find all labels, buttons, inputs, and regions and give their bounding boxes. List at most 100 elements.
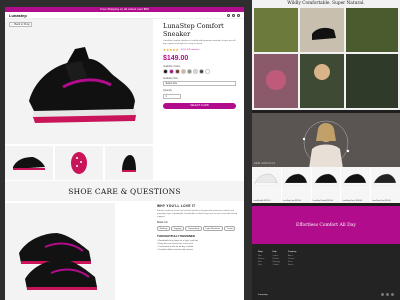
- color-swatch[interactable]: [199, 69, 204, 74]
- search-icon[interactable]: [227, 13, 230, 17]
- quantity-label: Quantity: [163, 89, 172, 93]
- footer-link[interactable]: Press: [288, 261, 297, 263]
- footer-column: Help Orders Returns Shipping Contact: [272, 250, 279, 266]
- product-thumbnail: [284, 173, 307, 186]
- landing-page: Wildly Comfortable. Super Natural. NEW A…: [252, 0, 400, 300]
- footer-heading: Shop: [258, 251, 263, 254]
- product-card[interactable]: LunaStep Court $99.00: [371, 167, 400, 203]
- product-page: Free Shipping on all orders over $50 Lun…: [5, 7, 244, 300]
- main-product-image[interactable]: ← Back to Shop: [5, 19, 153, 144]
- new-arrivals-label: NEW ARRIVALS: [254, 162, 276, 165]
- footer-link[interactable]: Kids: [258, 261, 264, 263]
- feature-bullet: • Cushioned insole for all-day comfort: [157, 245, 194, 248]
- product-price: $149.00: [163, 54, 189, 62]
- promo-banner[interactable]: Effortless Comfort All Day: [252, 206, 400, 244]
- footer-link[interactable]: Stores: [288, 264, 297, 266]
- thumbnail[interactable]: [55, 146, 103, 180]
- color-swatch[interactable]: [163, 69, 168, 74]
- why-heading: WHY YOU'LL LOVE IT: [157, 204, 196, 208]
- site-footer: Shop Men Women Kids Sale Help Orders Returns Shi…: [252, 244, 400, 300]
- top-nav: Lunastep: [5, 12, 244, 19]
- footer-link[interactable]: About: [288, 255, 297, 257]
- canvas: Free Shipping on all orders over $50 Lun…: [0, 0, 400, 300]
- instagram-icon[interactable]: [386, 293, 389, 296]
- footer-link[interactable]: Returns: [272, 258, 279, 260]
- color-swatch[interactable]: [169, 69, 174, 74]
- shoe-care-section: SHOE CARE & QUESTIONS: [5, 181, 244, 201]
- color-label: Available Colors: [163, 64, 181, 68]
- feature-bullet: • Durable rubber outsole with traction: [157, 249, 193, 252]
- facebook-icon[interactable]: [381, 293, 384, 296]
- color-swatch[interactable]: [187, 69, 192, 74]
- hero-collage: [254, 8, 398, 108]
- use-case-chip[interactable]: Travel: [224, 226, 236, 232]
- feature-bullet: • Breathable knit upper for a light, coo…: [157, 239, 199, 242]
- feature-image-section: [252, 113, 400, 175]
- thumbnail-strip: [5, 146, 153, 180]
- account-icon[interactable]: [232, 13, 235, 17]
- add-to-cart-button[interactable]: SELECT & ADD: [163, 102, 236, 109]
- hero-title: Wildly Comfortable. Super Natural.: [287, 1, 365, 6]
- social-links: [381, 293, 394, 296]
- color-swatch[interactable]: [205, 69, 210, 74]
- product-info-panel: LunaStep Comfort Sneaker LunaStep comfor…: [155, 19, 244, 180]
- color-swatch[interactable]: [193, 69, 198, 74]
- thumbnail[interactable]: [5, 146, 53, 180]
- sneaker-illustration: [29, 47, 136, 123]
- use-case-chip[interactable]: Walking: [157, 226, 170, 232]
- hero-section: Wildly Comfortable. Super Natural.: [252, 0, 400, 110]
- footer-link[interactable]: Careers: [288, 258, 297, 260]
- lifestyle-product-image: [5, 203, 115, 300]
- footer-link[interactable]: Men: [258, 255, 264, 257]
- section-title: SHOE CARE & QUESTIONS: [68, 186, 181, 196]
- made-for-label: Made For: [157, 221, 169, 225]
- footer-link[interactable]: Contact: [272, 264, 279, 266]
- quantity-stepper[interactable]: 1: [163, 93, 181, 99]
- color-swatch[interactable]: [181, 69, 186, 74]
- feature-bullet: • Easy lace-up closure for a secure fit: [157, 242, 194, 245]
- product-card[interactable]: LunaStep Air $129.00: [252, 167, 281, 203]
- use-case-chip[interactable]: Light Workouts: [203, 226, 223, 232]
- product-thumbnail: [314, 173, 337, 186]
- feature-list: • Breathable knit upper for a light, coo…: [157, 240, 241, 252]
- why-youll-love-it: WHY YOU'LL LOVE IT A fresh evolution of …: [157, 204, 241, 251]
- size-select[interactable]: Select size: [163, 81, 236, 87]
- product-rating: ★★★★★ 4.8 (1,232 reviews): [163, 48, 236, 52]
- size-label: Available Size: [163, 76, 178, 80]
- review-count[interactable]: 4.8 (1,232 reviews): [181, 49, 200, 51]
- model-photo: [252, 113, 400, 175]
- use-case-chip[interactable]: Jogging: [171, 226, 184, 232]
- color-swatch[interactable]: [175, 69, 180, 74]
- product-thumbnail: [374, 173, 397, 186]
- product-card[interactable]: LunaStep Force $149.00: [341, 167, 371, 203]
- use-case-chip[interactable]: Commuting: [185, 226, 202, 232]
- footer-heading: Help: [272, 251, 277, 254]
- product-caption: LunaStep Air $129.00: [253, 199, 271, 202]
- product-card[interactable]: LunaStep Panda $139.00: [311, 167, 341, 203]
- product-grid: LunaStep Air $129.00 LunaStep Low $119.00…: [252, 167, 400, 203]
- product-card[interactable]: LunaStep Low $119.00: [281, 167, 311, 203]
- use-case-chips: Walking Jogging Commuting Light Workouts Tra…: [157, 226, 241, 232]
- footer-logo[interactable]: Lunastep: [258, 294, 268, 296]
- footer-column: Company About Careers Press Stores: [288, 250, 297, 266]
- product-description: LunaStep comfort sneaker is crafted with…: [163, 40, 236, 45]
- product-caption: LunaStep Low $119.00: [282, 199, 302, 202]
- footer-columns: Shop Men Women Kids Sale Help Orders Returns Shi…: [258, 250, 394, 266]
- footer-link[interactable]: Sale: [258, 264, 264, 266]
- product-thumbnail: [344, 173, 367, 186]
- product-caption: LunaStep Force $149.00: [342, 199, 363, 202]
- twitter-icon[interactable]: [391, 293, 394, 296]
- back-link[interactable]: ← Back to Shop: [9, 22, 32, 27]
- product-caption: LunaStep Court $99.00: [372, 199, 391, 202]
- footer-heading: Company: [287, 251, 297, 254]
- color-swatches: [163, 69, 236, 74]
- banner-text: Effortless Comfort All Day: [296, 222, 356, 228]
- cart-icon[interactable]: [237, 13, 240, 17]
- thumbnail[interactable]: [105, 146, 153, 180]
- footer-link[interactable]: Orders: [272, 255, 279, 257]
- footer-link[interactable]: Shipping: [272, 261, 279, 263]
- product-title: LunaStep Comfort Sneaker: [163, 22, 224, 38]
- product-thumbnail: [254, 173, 278, 186]
- footer-link[interactable]: Women: [258, 258, 264, 260]
- brand-logo[interactable]: Lunastep: [9, 13, 27, 18]
